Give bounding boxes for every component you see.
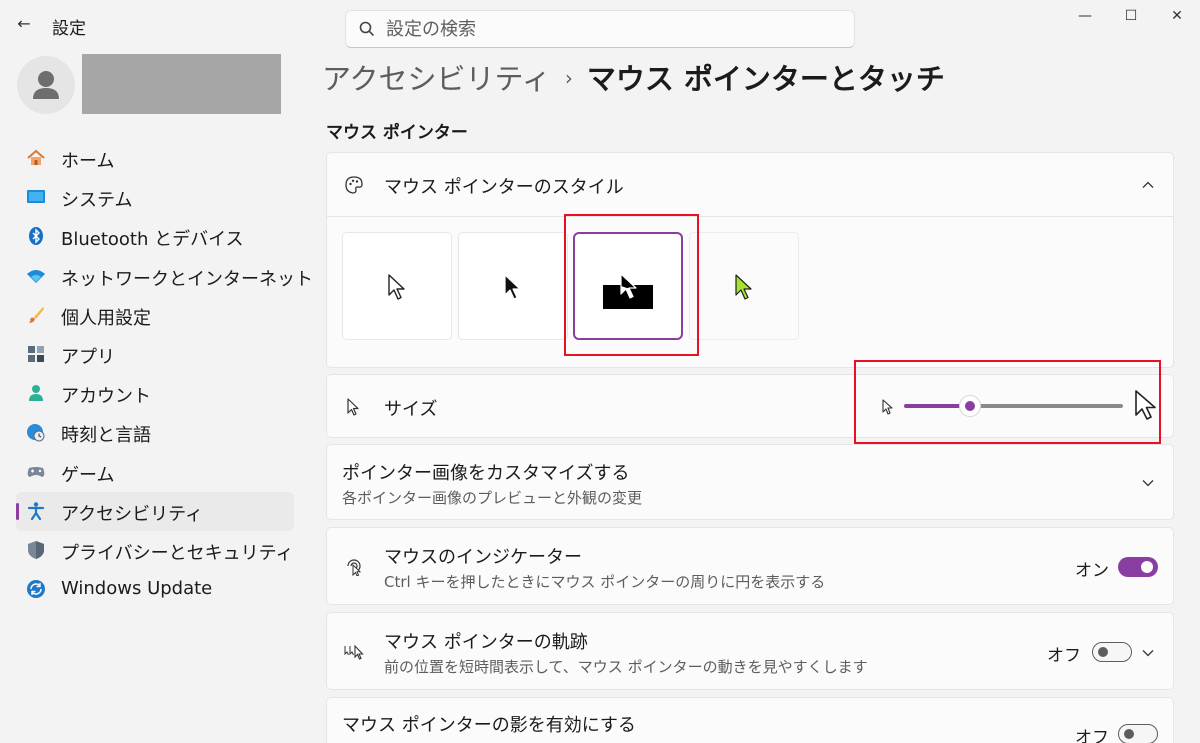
sidebar-item-accounts[interactable]: アカウント (16, 374, 294, 413)
ripple-cursor-icon (347, 559, 362, 576)
sidebar-item-label: ネットワークとインターネット (61, 268, 313, 290)
sidebar-item-bluetooth[interactable]: Bluetooth とデバイス (16, 217, 294, 256)
sidebar-item-system[interactable]: システム (16, 178, 294, 217)
pointer-style-black[interactable] (458, 232, 568, 340)
avatar[interactable] (17, 56, 75, 114)
active-indicator (16, 502, 19, 520)
search-box[interactable] (345, 10, 855, 48)
sidebar-item-label: 個人用設定 (61, 307, 151, 329)
mouse-indicator-toggle[interactable] (1118, 557, 1158, 577)
search-icon (359, 21, 374, 36)
inverted-cursor-icon (620, 273, 637, 299)
avatar-icon (33, 71, 59, 99)
bluetooth-icon (29, 227, 43, 246)
pointer-shadow-title: マウス ポインターの影を有効にする (342, 715, 636, 736)
mouse-indicator-state: オン (1075, 561, 1109, 581)
gamepad-icon (27, 466, 45, 477)
size-slider-thumb[interactable] (959, 395, 981, 417)
pointer-trails-toggle[interactable] (1092, 642, 1132, 662)
pointer-shadow-state: オフ (1075, 728, 1109, 743)
brush-icon (29, 306, 44, 323)
pointer-trails-card: マウス ポインターの軌跡 前の位置を短時間表示して、マウス ポインターの動きを見… (326, 612, 1174, 690)
sidebar-item-label: ホーム (61, 151, 115, 172)
large-cursor-icon (1135, 390, 1156, 420)
chevron-down-icon[interactable] (1141, 646, 1155, 660)
breadcrumb-parent[interactable]: アクセシビリティ (322, 62, 551, 96)
sidebar-item-label: プライバシーとセキュリティ (61, 542, 294, 564)
chevron-up-icon[interactable] (1141, 178, 1155, 192)
chevron-down-icon[interactable] (1141, 476, 1155, 490)
sidebar-item-label: Bluetooth とデバイス (61, 229, 244, 251)
pointer-style-inverted[interactable] (573, 232, 683, 340)
page-title: マウス ポインターとタッチ (586, 62, 945, 96)
mouse-indicator-card: マウスのインジケーター Ctrl キーを押したときにマウス ポインターの周りに円… (326, 527, 1174, 605)
sidebar-item-time-language[interactable]: 時刻と言語 (16, 413, 294, 452)
system-icon (27, 190, 45, 204)
globe-clock-icon (27, 424, 45, 442)
palette-icon (345, 176, 363, 194)
size-card: サイズ (326, 374, 1174, 438)
search-input[interactable] (386, 17, 836, 41)
wifi-icon (27, 269, 45, 283)
cursor-icon (347, 398, 359, 416)
custom-color-cursor-icon (735, 274, 752, 300)
white-cursor-icon (388, 274, 405, 300)
user-name-redacted (82, 54, 281, 114)
sidebar-item-label: アプリ (61, 346, 115, 368)
mouse-indicator-subtitle: Ctrl キーを押したときにマウス ポインターの周りに円を表示する (384, 573, 826, 591)
sidebar-item-windows-update[interactable]: Windows Update (16, 570, 294, 609)
sidebar-item-label: アカウント (61, 386, 151, 408)
sidebar-item-label: ゲーム (61, 464, 115, 486)
minimize-button[interactable]: — (1062, 6, 1108, 26)
sidebar-item-label: システム (61, 190, 133, 212)
breadcrumb: アクセシビリティ › マウス ポインターとタッチ (322, 56, 945, 98)
pointer-style-white[interactable] (342, 232, 452, 340)
back-button[interactable]: ← (14, 14, 34, 34)
accessibility-icon (27, 501, 45, 520)
pointer-trails-state: オフ (1047, 646, 1081, 666)
customize-subtitle: 各ポインター画像のプレビューと外観の変更 (342, 489, 643, 507)
apps-icon (28, 345, 44, 362)
sidebar-item-privacy[interactable]: プライバシーとセキュリティ (16, 531, 294, 570)
customize-title: ポインター画像をカスタマイズする (342, 463, 630, 484)
pointer-trails-title: マウス ポインターの軌跡 (384, 632, 588, 653)
sidebar-item-apps[interactable]: アプリ (16, 335, 294, 374)
sidebar-item-label: アクセシビリティ (61, 503, 204, 525)
home-icon (27, 149, 45, 165)
account-icon (29, 385, 43, 402)
mouse-indicator-title: マウスのインジケーター (384, 547, 582, 568)
pointer-trails-subtitle: 前の位置を短時間表示して、マウス ポインターの動きを見やすくします (384, 658, 868, 676)
sidebar-item-label: Windows Update (61, 578, 213, 600)
sidebar-item-personalization[interactable]: 個人用設定 (16, 296, 294, 335)
size-title: サイズ (384, 399, 438, 420)
pointer-style-title: マウス ポインターのスタイル (384, 177, 624, 198)
pointer-trails-icon (344, 644, 364, 660)
pointer-shadow-toggle[interactable] (1118, 724, 1158, 743)
sidebar-nav: ホーム システム Bluetooth とデバイス ネットワークとインターネット … (16, 139, 313, 609)
shield-icon (28, 540, 44, 559)
sidebar-item-home[interactable]: ホーム (16, 139, 294, 178)
section-title: マウス ポインター (326, 123, 468, 143)
maximize-button[interactable]: ☐ (1108, 6, 1154, 26)
sidebar-item-gaming[interactable]: ゲーム (16, 453, 294, 492)
pointer-style-card: マウス ポインターのスタイル (326, 152, 1174, 368)
update-icon (27, 580, 45, 599)
pointer-style-custom[interactable] (689, 232, 799, 340)
breadcrumb-separator: › (564, 66, 573, 90)
pointer-shadow-card: マウス ポインターの影を有効にする オフ (326, 697, 1174, 743)
pointer-style-header[interactable]: マウス ポインターのスタイル (327, 153, 1173, 217)
size-slider-track[interactable] (970, 404, 1123, 408)
sidebar-item-network[interactable]: ネットワークとインターネット (16, 257, 313, 296)
sidebar-item-label: 時刻と言語 (61, 425, 151, 447)
black-cursor-icon (504, 274, 521, 300)
close-button[interactable]: ✕ (1154, 6, 1200, 26)
app-title: 設定 (52, 19, 86, 39)
small-cursor-icon (882, 399, 893, 415)
customize-card[interactable]: ポインター画像をカスタマイズする 各ポインター画像のプレビューと外観の変更 (326, 444, 1174, 520)
sidebar-item-accessibility[interactable]: アクセシビリティ (16, 491, 294, 531)
